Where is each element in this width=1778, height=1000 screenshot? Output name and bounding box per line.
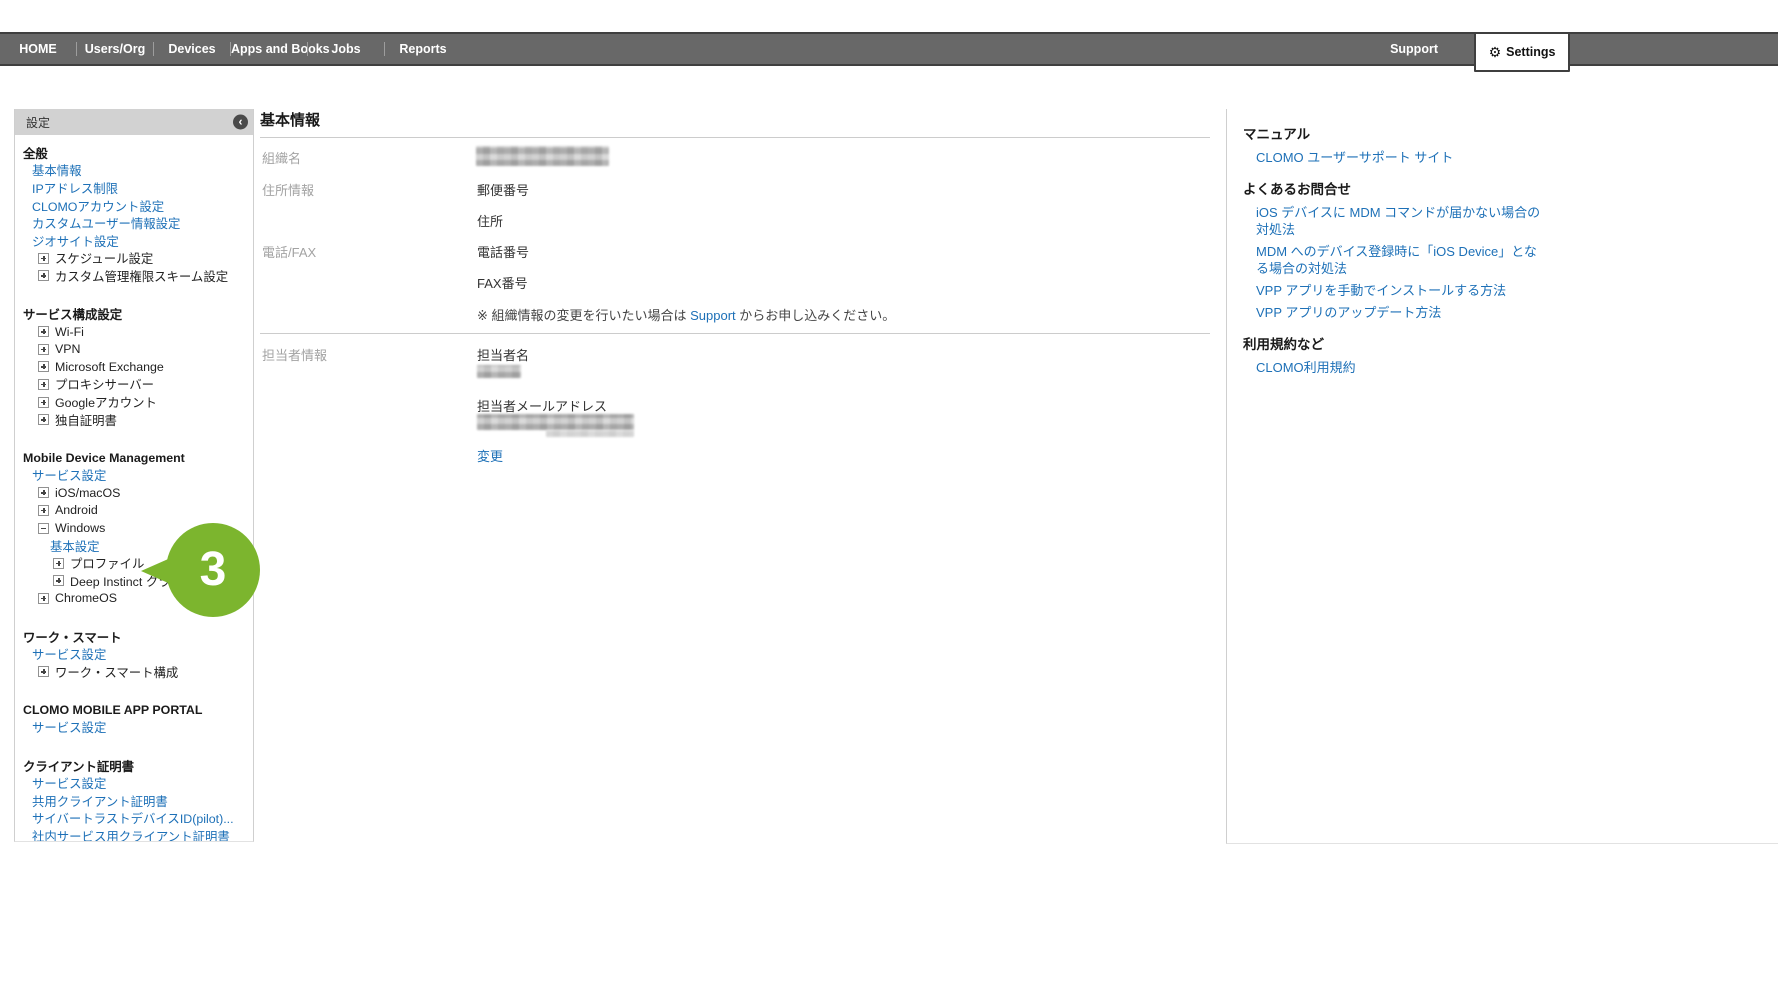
- fax-number-label: FAX番号: [477, 273, 528, 292]
- support-link[interactable]: Support: [690, 308, 736, 323]
- clomo-settings-page: HOMEUsers/OrgDevicesApps and BooksJobsRe…: [0, 0, 1778, 1000]
- phone-fax-section-label: 電話/FAX: [262, 242, 316, 261]
- help-group-heading: マニュアル: [1243, 123, 1549, 143]
- settings-tab-label: Settings: [1506, 45, 1555, 59]
- org-name-label: 組織名: [262, 148, 301, 167]
- contact-section-label: 担当者情報: [262, 345, 327, 364]
- postal-code-label: 郵便番号: [477, 180, 529, 199]
- help-panel-content: マニュアル CLOMO ユーザーサポート サイトよくあるお問合せ iOS デバイスに…: [1227, 109, 1549, 376]
- redacted-contact-email-2: [546, 430, 634, 437]
- gear-icon: ⚙: [1489, 45, 1502, 59]
- address-section-label: 住所情報: [262, 180, 314, 199]
- help-link[interactable]: VPP アプリのアップデート方法: [1256, 304, 1549, 321]
- help-panel: マニュアル CLOMO ユーザーサポート サイトよくあるお問合せ iOS デバイスに…: [1226, 109, 1778, 844]
- page-title: 基本情報: [260, 109, 320, 130]
- org-change-note: ※ 組織情報の変更を行いたい場合は Support からお申し込みください。: [477, 305, 895, 324]
- help-link[interactable]: CLOMO利用規約: [1256, 359, 1549, 376]
- change-link[interactable]: 変更: [477, 446, 503, 465]
- phone-number-label: 電話番号: [477, 242, 529, 261]
- help-group-heading: よくあるお問合せ: [1243, 178, 1549, 198]
- contact-email-label: 担当者メールアドレス: [477, 396, 607, 415]
- help-link[interactable]: iOS デバイスに MDM コマンドが届かない場合の対処法: [1256, 204, 1549, 238]
- help-link[interactable]: VPP アプリを手動でインストールする方法: [1256, 282, 1549, 299]
- redacted-org-name: [476, 146, 609, 166]
- title-divider: [260, 137, 1210, 138]
- help-link[interactable]: CLOMO ユーザーサポート サイト: [1256, 149, 1549, 166]
- redacted-contact-email: [477, 414, 634, 430]
- redacted-contact-name: [477, 365, 521, 378]
- address-label: 住所: [477, 211, 503, 230]
- section-divider: [260, 333, 1210, 334]
- tab-settings[interactable]: ⚙ Settings: [1474, 32, 1570, 72]
- contact-name-label: 担当者名: [477, 345, 529, 364]
- help-group-heading: 利用規約など: [1243, 333, 1549, 353]
- help-link[interactable]: MDM へのデバイス登録時に「iOS Device」となる場合の対処法: [1256, 243, 1549, 277]
